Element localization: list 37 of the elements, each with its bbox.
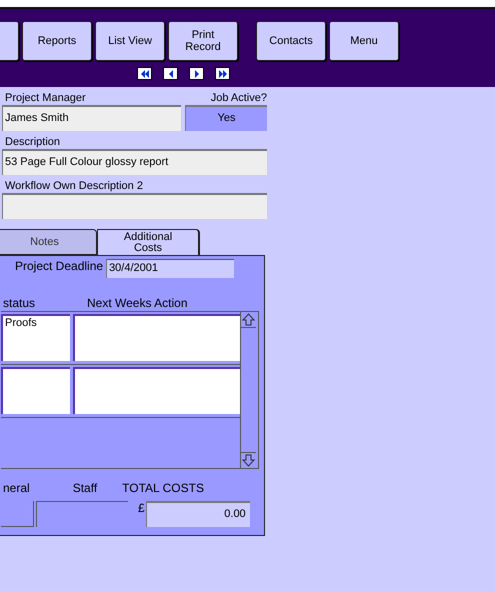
column-header: Staff <box>72 481 98 495</box>
table-cell[interactable] <box>1 367 70 414</box>
field-label: Workflow Own Description 2 <box>4 179 143 193</box>
first-record-icon[interactable] <box>137 67 152 80</box>
table-cell[interactable] <box>73 314 240 361</box>
scrollbar[interactable] <box>240 311 259 468</box>
last-record-icon[interactable] <box>215 67 230 80</box>
input-field[interactable]: 0.00 <box>146 501 250 527</box>
input-field[interactable]: Yes <box>185 105 267 131</box>
tab[interactable]: Additional Costs <box>97 229 200 255</box>
toolbar-button[interactable]: Menu <box>329 21 399 61</box>
scroll-down-icon[interactable] <box>241 452 256 468</box>
column-header: status <box>2 296 36 310</box>
next-record-icon[interactable] <box>189 67 204 80</box>
field-label: Description <box>4 135 60 149</box>
input-field[interactable]: James Smith <box>2 105 181 131</box>
field-label: Project Deadline <box>15 259 104 273</box>
input-field[interactable] <box>36 501 128 527</box>
currency-symbol: £ <box>138 501 146 515</box>
toolbar-button[interactable]: Print Record <box>168 21 238 61</box>
previous-record-icon[interactable] <box>163 67 178 80</box>
field-label: Job Active? <box>210 91 267 105</box>
tab[interactable]: Notes <box>0 229 97 255</box>
input-field[interactable]: 53 Page Full Colour glossy report <box>2 149 267 175</box>
toolbar-button[interactable]: Contacts <box>256 21 326 61</box>
column-header: neral <box>3 481 30 495</box>
toolbar-button[interactable]: List View <box>95 21 165 61</box>
table-cell[interactable]: Proofs <box>1 314 70 361</box>
toolbar-button[interactable]: Reports <box>22 21 92 61</box>
input-field[interactable] <box>1 501 34 527</box>
column-header: Next Weeks Action <box>87 296 188 310</box>
column-header: TOTAL COSTS <box>121 481 204 495</box>
input-field[interactable]: 30/4/2001 <box>106 259 234 278</box>
scroll-up-icon[interactable] <box>241 312 256 328</box>
table-cell[interactable] <box>73 367 240 414</box>
field-label: Project Manager <box>4 91 86 105</box>
input-field[interactable] <box>2 193 267 219</box>
